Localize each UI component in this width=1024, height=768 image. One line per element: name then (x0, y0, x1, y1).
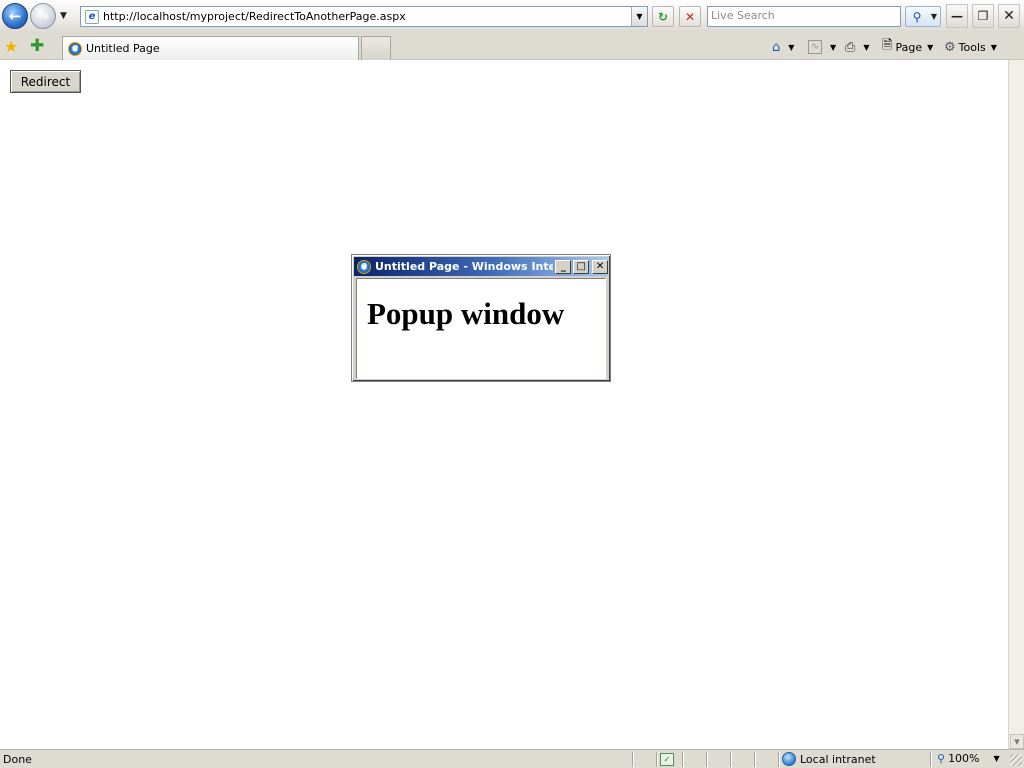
page-menu[interactable]: 🗎 Page ▼ (882, 38, 933, 56)
page-icon: 🗎 (882, 38, 893, 53)
ie-logo-icon: e (68, 41, 82, 56)
tab-label: Untitled Page (86, 42, 160, 55)
star-icon[interactable]: ★ (4, 37, 18, 56)
status-divider (730, 752, 731, 767)
minimize-icon: — (951, 9, 963, 23)
status-bar: Done ✓ Local intranet ⚲ 100% ▼ (0, 749, 1024, 768)
redirect-button[interactable]: Redirect (10, 70, 81, 93)
address-bar[interactable]: e http://localhost/myproject/RedirectToA… (80, 6, 648, 27)
address-dropdown-button[interactable]: ▼ (631, 7, 647, 26)
zone-label: Local intranet (800, 752, 876, 766)
popup-maximize-button[interactable]: □ (573, 259, 590, 274)
restore-icon: ❐ (977, 9, 989, 23)
tab-bar: ★ ✚ e Untitled Page (0, 34, 1024, 60)
address-url[interactable]: http://localhost/myproject/RedirectToAno… (103, 10, 631, 23)
minimize-icon: _ (560, 260, 566, 272)
popup-title-bar[interactable]: e Untitled Page - Windows Inter... _ □ ✕ (354, 257, 608, 276)
refresh-button[interactable]: ↻ (652, 6, 674, 27)
magnifier-icon: ⚲ (912, 9, 922, 24)
popup-window: e Untitled Page - Windows Inter... _ □ ✕… (351, 254, 611, 382)
home-icon: ⌂ (772, 39, 781, 55)
zoom-icon: ⚲ (937, 752, 946, 765)
restore-button[interactable]: ❐ (972, 4, 994, 28)
refresh-icon: ↻ (657, 9, 669, 24)
add-favorite-icon[interactable]: ✚ (30, 36, 44, 56)
gear-icon: ⚙ (944, 39, 956, 55)
status-divider (632, 752, 633, 767)
zoom-level: 100% (948, 752, 980, 765)
resize-grip-icon[interactable] (1010, 754, 1022, 766)
tools-menu-label: Tools (958, 40, 986, 54)
stop-button[interactable]: ✕ (679, 6, 701, 27)
tab-untitled-page[interactable]: e Untitled Page (62, 36, 359, 60)
tools-menu[interactable]: ⚙ Tools ▼ (944, 38, 997, 56)
popup-body: Popup window (356, 278, 606, 379)
search-input[interactable]: Live Search (707, 6, 901, 27)
feeds-button[interactable]: ∿ ▼ (808, 38, 836, 56)
status-divider (656, 752, 657, 767)
browser-toolbar: ← → ▼ e http://localhost/myproject/Redir… (0, 0, 1024, 34)
status-divider (778, 752, 779, 767)
stop-icon: ✕ (684, 9, 696, 24)
close-icon: ✕ (595, 260, 605, 272)
page-favicon-icon: e (85, 9, 99, 24)
chevron-down-icon[interactable]: ▼ (830, 43, 836, 52)
page-content: Redirect (0, 60, 1008, 749)
forward-arrow-icon: → (36, 7, 50, 25)
chevron-down-icon: ▼ (927, 42, 934, 52)
status-text: Done (3, 753, 32, 766)
search-options-dropdown[interactable]: ▼ (928, 12, 940, 21)
chevron-down-icon: ▼ (60, 11, 67, 21)
minimize-button[interactable]: — (946, 4, 968, 28)
print-button[interactable]: ⎙ ▼ (845, 38, 870, 56)
chevron-down-icon[interactable]: ▼ (863, 43, 869, 52)
close-icon: ✕ (1003, 8, 1015, 24)
popup-heading: Popup window (367, 296, 565, 331)
vertical-scrollbar[interactable]: ▼ (1008, 60, 1024, 749)
scroll-down-arrow-icon[interactable]: ▼ (1010, 734, 1024, 749)
popup-title: Untitled Page - Windows Inter... (375, 260, 554, 273)
protected-mode-icon[interactable]: ✓ (660, 753, 674, 766)
status-divider (706, 752, 707, 767)
back-button[interactable]: ← (2, 3, 28, 29)
status-divider (682, 752, 683, 767)
close-button[interactable]: ✕ (998, 4, 1020, 28)
back-arrow-icon: ← (8, 7, 22, 25)
maximize-icon: □ (576, 260, 586, 272)
popup-close-button[interactable]: ✕ (592, 259, 608, 274)
forward-button[interactable]: → (30, 3, 56, 29)
chevron-down-icon[interactable]: ▼ (788, 43, 794, 52)
new-tab-button[interactable] (361, 36, 391, 60)
status-divider (754, 752, 755, 767)
zoom-control[interactable]: ⚲ 100% ▼ (937, 752, 1000, 765)
chevron-down-icon: ▼ (636, 12, 643, 21)
status-divider (930, 752, 931, 767)
ie-logo-icon: e (357, 259, 371, 274)
rss-feed-icon: ∿ (808, 40, 822, 54)
recent-pages-dropdown[interactable]: ▼ (60, 11, 67, 21)
globe-icon (782, 752, 796, 766)
chevron-down-icon[interactable]: ▼ (994, 754, 1000, 763)
security-zone[interactable]: Local intranet (782, 752, 876, 766)
chevron-down-icon: ▼ (990, 42, 997, 52)
printer-icon: ⎙ (845, 39, 856, 55)
page-menu-label: Page (895, 40, 923, 54)
home-button[interactable]: ⌂ ▼ (772, 38, 794, 56)
search-button[interactable]: ⚲ ▼ (905, 6, 941, 27)
popup-minimize-button[interactable]: _ (555, 259, 572, 274)
